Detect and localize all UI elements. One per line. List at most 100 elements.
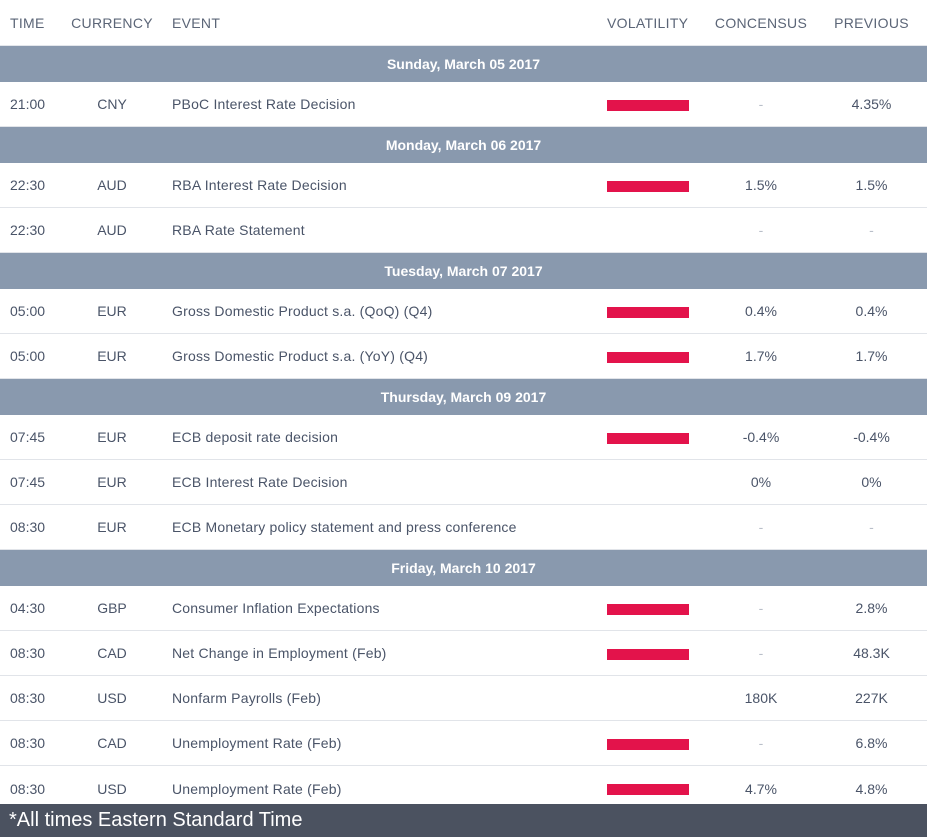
cell-currency: EUR — [97, 474, 127, 490]
table-row[interactable]: 05:00 EUR Gross Domestic Product s.a. (Y… — [0, 334, 927, 379]
cell-consensus: -0.4% — [742, 429, 780, 445]
cell-currency: USD — [97, 690, 127, 706]
volatility-high-bar — [607, 180, 689, 192]
header-currency[interactable]: CURRENCY — [62, 15, 162, 31]
cell-event[interactable]: Unemployment Rate (Feb) — [162, 781, 596, 797]
cell-time: 08:30 — [10, 735, 46, 751]
cell-currency: EUR — [97, 519, 127, 535]
cell-volatility — [596, 429, 706, 445]
cell-currency: EUR — [97, 303, 127, 319]
header-event[interactable]: EVENT — [162, 15, 596, 31]
cell-time: 22:30 — [10, 222, 46, 238]
cell-event[interactable]: Nonfarm Payrolls (Feb) — [162, 690, 596, 706]
cell-consensus: 180K — [744, 690, 778, 706]
table-body: Sunday, March 05 2017 21:00 CNY PBoC Int… — [0, 46, 927, 811]
cell-consensus: - — [758, 96, 764, 112]
cell-volatility — [596, 645, 706, 661]
table-row[interactable]: 21:00 CNY PBoC Interest Rate Decision - … — [0, 82, 927, 127]
volatility-high-bar — [607, 351, 689, 363]
cell-time: 08:30 — [10, 645, 46, 661]
cell-previous: 4.35% — [851, 96, 892, 112]
footer-note: *All times Eastern Standard Time — [0, 804, 927, 837]
cell-previous: 4.8% — [855, 780, 888, 797]
cell-time: 05:00 — [10, 303, 46, 319]
table-row[interactable]: 04:30 GBP Consumer Inflation Expectation… — [0, 586, 927, 631]
cell-previous: - — [869, 519, 874, 535]
cell-currency: EUR — [97, 429, 127, 445]
cell-currency: CAD — [97, 645, 127, 661]
cell-event[interactable]: Net Change in Employment (Feb) — [162, 645, 596, 661]
table-row[interactable]: 08:30 USD Nonfarm Payrolls (Feb) 180K 22… — [0, 676, 927, 721]
cell-time: 05:00 — [10, 348, 46, 364]
cell-volatility — [596, 303, 706, 319]
cell-previous: 48.3K — [853, 645, 890, 661]
cell-volatility — [596, 781, 706, 797]
cell-volatility — [596, 96, 706, 112]
cell-event[interactable]: Consumer Inflation Expectations — [162, 600, 596, 616]
cell-event[interactable]: RBA Rate Statement — [162, 222, 596, 238]
table-row[interactable]: 22:30 AUD RBA Rate Statement - - — [0, 208, 927, 253]
cell-volatility — [596, 600, 706, 616]
cell-consensus: 1.7% — [745, 348, 777, 364]
cell-previous: 0% — [861, 474, 882, 490]
cell-time: 07:45 — [10, 429, 46, 445]
cell-previous: -0.4% — [853, 429, 890, 445]
cell-time: 07:45 — [10, 474, 46, 490]
cell-consensus: - — [758, 645, 764, 661]
table-row[interactable]: 07:45 EUR ECB Interest Rate Decision 0% … — [0, 460, 927, 505]
cell-event[interactable]: RBA Interest Rate Decision — [162, 177, 596, 193]
cell-time: 08:30 — [10, 690, 46, 706]
volatility-high-bar — [607, 784, 689, 796]
cell-consensus: - — [758, 519, 764, 535]
cell-event[interactable]: Gross Domestic Product s.a. (YoY) (Q4) — [162, 348, 596, 364]
cell-consensus: 4.7% — [745, 780, 777, 797]
cell-time: 22:30 — [10, 177, 46, 193]
cell-previous: 2.8% — [855, 600, 888, 616]
cell-volatility — [596, 177, 706, 193]
day-header: Sunday, March 05 2017 — [0, 46, 927, 82]
cell-consensus: 1.5% — [745, 177, 777, 193]
cell-previous: 227K — [855, 690, 888, 706]
table-header: TIME CURRENCY EVENT VOLATILITY CONCENSUS… — [0, 0, 927, 46]
cell-currency: USD — [97, 780, 127, 797]
table-row[interactable]: 05:00 EUR Gross Domestic Product s.a. (Q… — [0, 289, 927, 334]
volatility-high-bar — [607, 738, 689, 750]
table-row[interactable]: 08:30 CAD Net Change in Employment (Feb)… — [0, 631, 927, 676]
volatility-high-bar — [607, 648, 689, 660]
table-row[interactable]: 08:30 EUR ECB Monetary policy statement … — [0, 505, 927, 550]
cell-currency: CNY — [97, 96, 127, 112]
cell-event[interactable]: Gross Domestic Product s.a. (QoQ) (Q4) — [162, 303, 596, 319]
volatility-high-bar — [607, 432, 689, 444]
header-volatility[interactable]: VOLATILITY — [596, 15, 706, 31]
cell-event[interactable]: Unemployment Rate (Feb) — [162, 735, 596, 751]
table-row[interactable]: 22:30 AUD RBA Interest Rate Decision 1.5… — [0, 163, 927, 208]
cell-event[interactable]: PBoC Interest Rate Decision — [162, 96, 596, 112]
table-row[interactable]: 07:45 EUR ECB deposit rate decision -0.4… — [0, 415, 927, 460]
header-time[interactable]: TIME — [0, 15, 62, 31]
cell-time: 04:30 — [10, 600, 46, 616]
cell-time: 08:30 — [10, 780, 46, 797]
header-consensus[interactable]: CONCENSUS — [706, 15, 816, 31]
cell-previous: 1.7% — [855, 348, 888, 364]
day-header: Friday, March 10 2017 — [0, 550, 927, 586]
table-row[interactable]: 08:30 CAD Unemployment Rate (Feb) - 6.8% — [0, 721, 927, 766]
cell-event[interactable]: ECB deposit rate decision — [162, 429, 596, 445]
economic-calendar: TIME CURRENCY EVENT VOLATILITY CONCENSUS… — [0, 0, 927, 837]
cell-currency: CAD — [97, 735, 127, 751]
cell-event[interactable]: ECB Monetary policy statement and press … — [162, 519, 596, 535]
cell-consensus: 0.4% — [745, 303, 777, 319]
cell-consensus: - — [758, 735, 764, 751]
cell-currency: AUD — [97, 177, 127, 193]
cell-currency: EUR — [97, 348, 127, 364]
volatility-high-bar — [607, 306, 689, 318]
cell-event[interactable]: ECB Interest Rate Decision — [162, 474, 596, 490]
volatility-high-bar — [607, 603, 689, 615]
header-previous[interactable]: PREVIOUS — [816, 15, 927, 31]
cell-consensus: 0% — [750, 474, 772, 490]
cell-previous: 1.5% — [855, 177, 888, 193]
cell-consensus: - — [758, 600, 764, 616]
day-header: Tuesday, March 07 2017 — [0, 253, 927, 289]
cell-time: 08:30 — [10, 519, 46, 535]
volatility-high-bar — [607, 99, 689, 111]
cell-consensus: - — [758, 222, 764, 238]
